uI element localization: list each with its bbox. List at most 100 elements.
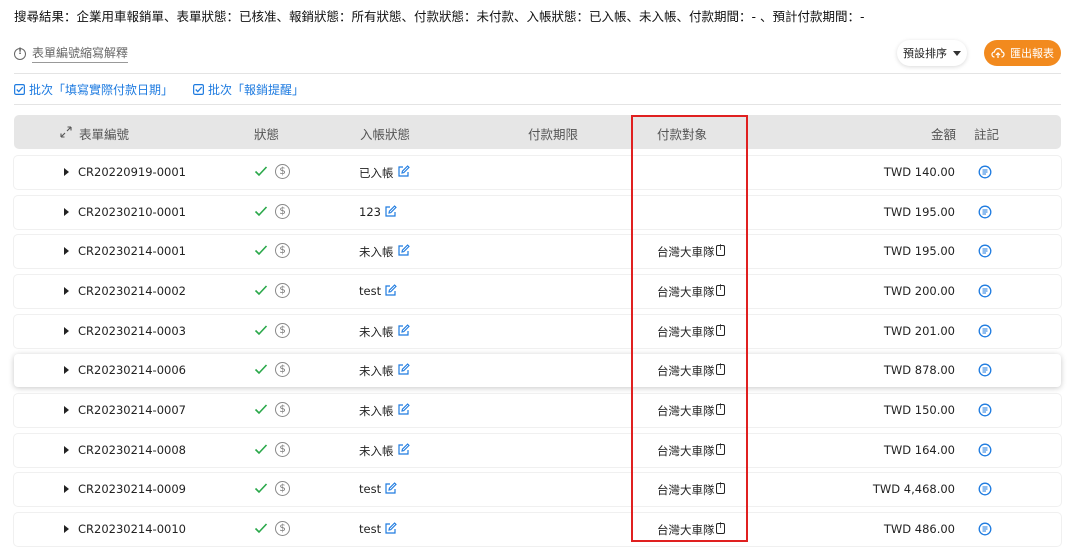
caret-right-icon[interactable] xyxy=(64,287,69,295)
dollar-circle-icon[interactable]: $ xyxy=(275,481,290,496)
amount: TWD 878.00 xyxy=(883,363,955,377)
info-tag-icon[interactable] xyxy=(716,243,725,256)
info-tag-icon[interactable] xyxy=(716,283,725,296)
form-no[interactable]: CR20230210-0001 xyxy=(78,205,186,219)
column-header-amount[interactable]: 金額 xyxy=(931,124,956,143)
form-no[interactable]: CR20230214-0009 xyxy=(78,482,186,496)
caret-right-icon[interactable] xyxy=(64,168,69,176)
posting-status: 未入帳 xyxy=(359,404,394,418)
payee: 台灣大車隊 xyxy=(657,245,715,259)
edit-icon[interactable] xyxy=(384,205,397,218)
note-icon[interactable] xyxy=(978,284,992,298)
note-icon[interactable] xyxy=(978,522,992,536)
caret-right-icon[interactable] xyxy=(64,208,69,216)
batch-fill-payment-date-link[interactable]: 批次「填寫實際付款日期」 xyxy=(14,81,173,98)
column-header-posting-status[interactable]: 入帳狀態 xyxy=(360,124,410,143)
form-no[interactable]: CR20230214-0008 xyxy=(78,443,186,457)
note-icon[interactable] xyxy=(978,482,992,496)
edit-icon[interactable] xyxy=(384,482,397,495)
payee: 台灣大車隊 xyxy=(657,523,715,537)
info-tag-icon[interactable] xyxy=(716,442,725,455)
dollar-circle-icon[interactable]: $ xyxy=(275,323,290,338)
column-header-payment-term[interactable]: 付款期限 xyxy=(528,124,578,143)
amount: TWD 164.00 xyxy=(883,443,955,457)
dollar-circle-icon[interactable]: $ xyxy=(275,402,290,417)
dollar-circle-icon[interactable]: $ xyxy=(275,204,290,219)
edit-icon[interactable] xyxy=(397,443,410,456)
form-no[interactable]: CR20230214-0007 xyxy=(78,403,186,417)
info-icon xyxy=(14,47,26,60)
column-header-form-no[interactable]: 表單編號 xyxy=(79,124,129,143)
table-row[interactable]: CR20230214-0010 $ test 台灣大車隊 TWD 486.00 xyxy=(14,513,1061,546)
table-row[interactable]: CR20230214-0003 $ 未入帳 台灣大車隊 TWD 201.00 xyxy=(14,315,1061,348)
amount: TWD 195.00 xyxy=(883,244,955,258)
posting-status: test xyxy=(359,522,382,536)
edit-icon[interactable] xyxy=(397,165,410,178)
sort-select[interactable]: 預設排序 xyxy=(897,40,967,66)
note-icon[interactable] xyxy=(978,244,992,258)
table-row[interactable]: CR20230214-0006 $ 未入帳 台灣大車隊 TWD 878.00 xyxy=(14,354,1061,387)
edit-icon[interactable] xyxy=(384,522,397,535)
dollar-circle-icon[interactable]: $ xyxy=(275,243,290,258)
table-row[interactable]: CR20230214-0002 $ test 台灣大車隊 TWD 200.00 xyxy=(14,275,1061,308)
check-icon xyxy=(254,285,268,296)
amount: TWD 200.00 xyxy=(883,284,955,298)
info-tag-icon[interactable] xyxy=(716,323,725,336)
caret-right-icon[interactable] xyxy=(64,406,69,414)
expand-arrows-icon[interactable] xyxy=(60,126,72,138)
abbreviation-help-label: 表單編號縮寫解釋 xyxy=(32,44,129,63)
caret-right-icon[interactable] xyxy=(64,485,69,493)
edit-icon[interactable] xyxy=(397,363,410,376)
note-icon[interactable] xyxy=(978,363,992,377)
batch-reimburse-reminder-link[interactable]: 批次「報銷提醒」 xyxy=(193,81,304,98)
form-no[interactable]: CR20220919-0001 xyxy=(78,165,186,179)
edit-icon[interactable] xyxy=(397,244,410,257)
amount: TWD 201.00 xyxy=(883,324,955,338)
caret-right-icon[interactable] xyxy=(64,327,69,335)
note-icon[interactable] xyxy=(978,165,992,179)
form-no[interactable]: CR20230214-0006 xyxy=(78,363,186,377)
caret-right-icon[interactable] xyxy=(64,525,69,533)
edit-icon[interactable] xyxy=(397,324,410,337)
abbreviation-help-link[interactable]: 表單編號縮寫解釋 xyxy=(14,44,129,63)
form-no[interactable]: CR20230214-0002 xyxy=(78,284,186,298)
column-header-status[interactable]: 狀態 xyxy=(254,124,279,143)
info-tag-icon[interactable] xyxy=(716,481,725,494)
note-icon[interactable] xyxy=(978,443,992,457)
note-icon[interactable] xyxy=(978,205,992,219)
check-icon xyxy=(254,206,268,217)
table-row[interactable]: CR20230214-0007 $ 未入帳 台灣大車隊 TWD 150.00 xyxy=(14,394,1061,427)
caret-right-icon[interactable] xyxy=(64,247,69,255)
dollar-circle-icon[interactable]: $ xyxy=(275,442,290,457)
info-tag-icon[interactable] xyxy=(716,521,725,534)
checkbox-icon xyxy=(14,84,25,95)
caret-right-icon[interactable] xyxy=(64,446,69,454)
form-no[interactable]: CR20230214-0001 xyxy=(78,244,186,258)
posting-status: 未入帳 xyxy=(359,444,394,458)
column-header-note[interactable]: 註記 xyxy=(974,124,999,143)
caret-right-icon[interactable] xyxy=(64,366,69,374)
table-row[interactable]: CR20230214-0009 $ test 台灣大車隊 TWD 4,468.00 xyxy=(14,473,1061,506)
amount: TWD 150.00 xyxy=(883,403,955,417)
dollar-circle-icon[interactable]: $ xyxy=(275,362,290,377)
info-tag-icon[interactable] xyxy=(716,362,725,375)
payee: 台灣大車隊 xyxy=(657,364,715,378)
note-icon[interactable] xyxy=(978,324,992,338)
column-header-payee[interactable]: 付款對象 xyxy=(657,124,707,143)
dollar-circle-icon[interactable]: $ xyxy=(275,521,290,536)
dollar-circle-icon[interactable]: $ xyxy=(275,283,290,298)
table-row[interactable]: CR20230214-0008 $ 未入帳 台灣大車隊 TWD 164.00 xyxy=(14,434,1061,467)
export-report-button[interactable]: 匯出報表 xyxy=(984,40,1061,66)
edit-icon[interactable] xyxy=(397,403,410,416)
table-row[interactable]: CR20230214-0001 $ 未入帳 台灣大車隊 TWD 195.00 xyxy=(14,235,1061,268)
checkbox-icon xyxy=(193,84,204,95)
form-no[interactable]: CR20230214-0010 xyxy=(78,522,186,536)
edit-icon[interactable] xyxy=(384,284,397,297)
dollar-circle-icon[interactable]: $ xyxy=(275,164,290,179)
form-no[interactable]: CR20230214-0003 xyxy=(78,324,186,338)
note-icon[interactable] xyxy=(978,403,992,417)
info-tag-icon[interactable] xyxy=(716,402,725,415)
table-header: 表單編號 狀態 入帳狀態 付款期限 付款對象 金額 註記 xyxy=(14,115,1061,149)
table-row[interactable]: CR20230210-0001 $123 TWD 195.00 xyxy=(14,196,1061,229)
table-row[interactable]: CR20220919-0001 $ 已入帳 TWD 140.00 xyxy=(14,156,1061,189)
